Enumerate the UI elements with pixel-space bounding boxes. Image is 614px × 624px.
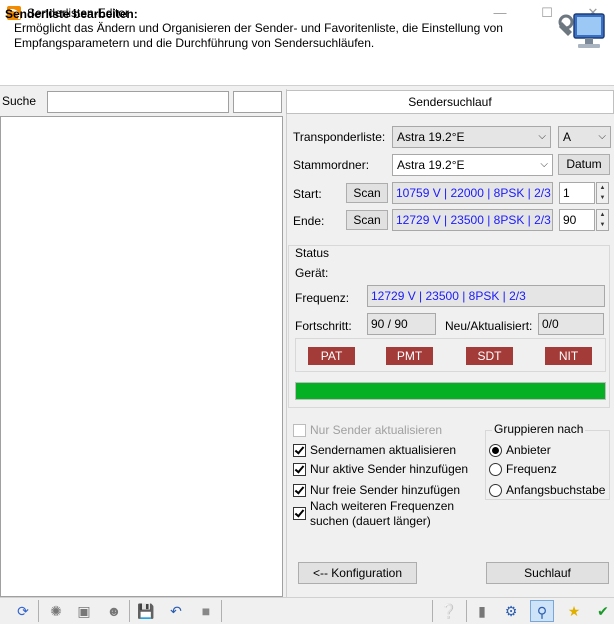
- suchlauf-button[interactable]: Suchlauf: [486, 562, 609, 584]
- konfiguration-button[interactable]: <-- Konfiguration: [298, 562, 417, 584]
- geraet-label: Gerät:: [295, 266, 329, 280]
- fortschritt-label: Fortschritt:: [295, 319, 352, 333]
- mask-icon[interactable]: ☻: [102, 600, 126, 622]
- weitere-frequenzen-label-2: suchen (dauert länger): [310, 514, 431, 528]
- frequenz-label: Frequenz:: [295, 291, 350, 305]
- monitor-settings-icon: [558, 13, 605, 48]
- nur-aktive-sender-label: Nur aktive Sender hinzufügen: [310, 462, 469, 476]
- table-badge-pmt: PMT: [386, 347, 433, 365]
- transponder-label: Transponderliste:: [293, 130, 386, 144]
- ende-index-input[interactable]: 90: [559, 209, 595, 231]
- spin-down-icon[interactable]: ▼: [597, 220, 608, 230]
- toolbar-separator: [432, 600, 433, 622]
- frequenz-radio-label: Frequenz: [506, 462, 557, 476]
- start-transponder-value: 10759 V | 22000 | 8PSK | 2/3: [392, 182, 553, 204]
- weitere-frequenzen-checkbox[interactable]: [293, 507, 306, 520]
- scan-progress-bar: [295, 382, 606, 400]
- anbieter-radio[interactable]: [489, 444, 502, 457]
- search-label: Suche: [2, 94, 37, 108]
- search-filter-input[interactable]: [233, 91, 282, 113]
- toolbar-separator: [466, 600, 467, 622]
- chevron-down-icon: ⌵: [540, 159, 548, 170]
- favorites-star-icon[interactable]: ★: [562, 600, 586, 622]
- help-icon[interactable]: ❔: [437, 600, 461, 622]
- transponder-select-value: Astra 19.2°E: [397, 130, 465, 144]
- undo-icon[interactable]: ↶: [164, 600, 188, 622]
- transponder-ab-select[interactable]: A ⌵: [558, 126, 611, 148]
- chevron-down-icon: ⌵: [538, 131, 546, 142]
- sendernamen-aktualisieren-label: Sendernamen aktualisieren: [310, 443, 457, 457]
- start-index-stepper[interactable]: ▲ ▼: [596, 182, 609, 204]
- stop-icon[interactable]: ■: [194, 600, 218, 622]
- toolbar-separator: [38, 600, 39, 622]
- refresh-channels-icon[interactable]: ⟳: [11, 600, 35, 622]
- start-index-input[interactable]: 1: [559, 182, 595, 204]
- settings-icon[interactable]: ⚙: [499, 600, 523, 622]
- transponder-ab-value: A: [563, 130, 572, 144]
- toolbar-separator: [129, 600, 130, 622]
- stammordner-select-value: Astra 19.2°E: [397, 158, 465, 172]
- tab-sendersuchlauf[interactable]: Sendersuchlauf: [286, 90, 614, 114]
- toolbar-separator: [221, 600, 222, 622]
- nur-freie-sender-checkbox[interactable]: [293, 484, 306, 497]
- neu-aktualisiert-label: Neu/Aktualisiert:: [445, 319, 533, 333]
- scan-progress-fill: [296, 383, 605, 399]
- weitere-frequenzen-label-1: Nach weiteren Frequenzen: [310, 499, 455, 513]
- spin-up-icon[interactable]: ▲: [597, 183, 608, 193]
- ende-index-stepper[interactable]: ▲ ▼: [596, 209, 609, 231]
- anfangsbuchstabe-label: Anfangsbuchstabe: [506, 483, 606, 497]
- header-description: Ermöglicht das Ändern und Organisieren d…: [14, 21, 503, 50]
- anbieter-label: Anbieter: [506, 443, 551, 457]
- transponder-select[interactable]: Astra 19.2°E ⌵: [392, 126, 551, 148]
- datum-button[interactable]: Datum: [558, 154, 610, 175]
- sendernamen-aktualisieren-checkbox[interactable]: [293, 444, 306, 457]
- table-badge-sdt: SDT: [466, 347, 513, 365]
- frequenz-radio[interactable]: [489, 463, 502, 476]
- status-title: Status: [293, 246, 332, 260]
- search-icon[interactable]: ⚲: [530, 600, 554, 622]
- satellite-icon[interactable]: ✺: [44, 600, 68, 622]
- header-title: Senderliste bearbeiten:: [5, 7, 138, 21]
- nur-sender-aktualisieren-checkbox[interactable]: [293, 424, 306, 437]
- fortschritt-value: 90 / 90: [367, 313, 436, 335]
- save-icon[interactable]: 💾: [134, 600, 158, 622]
- spin-down-icon[interactable]: ▼: [597, 193, 608, 203]
- chevron-down-icon: ⌵: [598, 131, 606, 142]
- stammordner-label: Stammordner:: [293, 158, 370, 172]
- anfangsbuchstabe-radio[interactable]: [489, 484, 502, 497]
- stammordner-select[interactable]: Astra 19.2°E ⌵: [392, 154, 553, 176]
- start-scan-button[interactable]: Scan: [346, 183, 388, 203]
- nur-sender-aktualisieren-label: Nur Sender aktualisieren: [310, 423, 443, 437]
- folder-icon[interactable]: ▣: [72, 600, 96, 622]
- table-badge-nit: NIT: [545, 347, 592, 365]
- document-icon[interactable]: ▮: [470, 600, 494, 622]
- neu-aktualisiert-value: 0/0: [538, 313, 604, 335]
- ende-transponder-value: 12729 V | 23500 | 8PSK | 2/3: [392, 209, 553, 231]
- table-badge-pat: PAT: [308, 347, 355, 365]
- channel-list[interactable]: [0, 116, 283, 597]
- ende-scan-button[interactable]: Scan: [346, 210, 388, 230]
- ende-label: Ende:: [293, 214, 325, 228]
- gruppieren-title: Gruppieren nach: [492, 422, 586, 436]
- apply-check-icon[interactable]: ✔: [591, 600, 614, 622]
- frequenz-value: 12729 V | 23500 | 8PSK | 2/3: [367, 285, 605, 307]
- nur-aktive-sender-checkbox[interactable]: [293, 463, 306, 476]
- nur-freie-sender-label: Nur freie Sender hinzufügen: [310, 483, 461, 497]
- start-label: Start:: [293, 187, 322, 201]
- spin-up-icon[interactable]: ▲: [597, 210, 608, 220]
- search-input[interactable]: [47, 91, 229, 113]
